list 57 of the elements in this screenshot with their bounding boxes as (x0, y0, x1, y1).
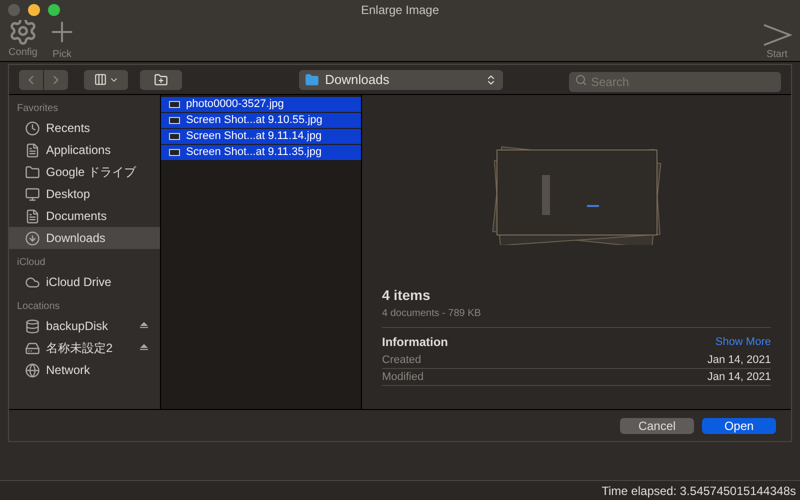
folder-plus-icon (154, 72, 168, 86)
cancel-button[interactable]: Cancel (620, 418, 694, 434)
image-file-icon (169, 101, 180, 108)
view-menu-button[interactable] (84, 70, 128, 90)
minimize-button[interactable] (28, 4, 40, 16)
monitor-icon (25, 186, 40, 202)
window-title: Enlarge Image (360, 2, 440, 19)
sidebar-heading: iCloud (16, 256, 46, 270)
new-folder-button[interactable] (140, 70, 182, 90)
info-label: Created (382, 352, 422, 368)
image-file-icon (169, 133, 180, 140)
file-row[interactable]: Screen Shot...at 9.10.55.jpg (161, 113, 361, 128)
image-file-icon (169, 117, 180, 124)
file-row[interactable]: Screen Shot...at 9.11.14.jpg (161, 129, 361, 144)
zoom-button[interactable] (48, 4, 60, 16)
file-row[interactable]: photo0000-3527.jpg (161, 97, 361, 112)
preview-title: 4 items (382, 286, 432, 305)
sidebar-item[interactable]: Network (9, 359, 160, 381)
info-value: Jan 14, 2021 (707, 352, 771, 368)
sidebar-item[interactable]: backupDisk (9, 315, 160, 337)
forward-button[interactable] (44, 70, 68, 90)
sidebar-item[interactable]: Applications (9, 139, 160, 161)
status-text: Time elapsed: 3.545745015144348s (602, 482, 796, 500)
sidebar-item[interactable]: Documents (9, 205, 160, 227)
show-more-link[interactable]: Show More (715, 334, 771, 350)
globe-icon (25, 362, 40, 378)
eject-icon[interactable] (140, 322, 148, 330)
up-down-chevron-icon (485, 74, 497, 86)
sidebar-item[interactable]: 名称未設定2 (9, 337, 160, 359)
sidebar-item[interactable]: Recents (9, 117, 160, 139)
folder-icon (305, 72, 319, 86)
sidebar-item[interactable]: Desktop (9, 183, 160, 205)
info-value: Jan 14, 2021 (707, 370, 771, 385)
open-button[interactable]: Open (702, 418, 776, 434)
disk-icon (25, 318, 40, 334)
drive-icon (25, 340, 40, 356)
tray-icon (25, 120, 40, 136)
sidebar-item[interactable]: Google ドライブ (9, 161, 160, 183)
file-row[interactable]: Screen Shot...at 9.11.35.jpg (161, 145, 361, 160)
image-file-icon (169, 149, 180, 156)
columns-icon (94, 73, 106, 86)
preview-subtitle: 4 documents - 789 KB (382, 306, 771, 328)
eject-icon[interactable] (140, 344, 148, 352)
sidebar-heading: Favorites (16, 102, 60, 116)
sidebar-item[interactable]: Downloads (9, 227, 160, 249)
back-button[interactable] (19, 70, 43, 90)
cloud-icon (25, 274, 40, 290)
document-icon (25, 208, 40, 224)
location-dropdown[interactable]: Downloads (299, 70, 503, 90)
sidebar-item[interactable]: iCloud Drive (9, 271, 160, 293)
info-heading: Information (382, 334, 448, 351)
folder-icon (25, 164, 40, 180)
search-icon (575, 74, 587, 86)
sidebar-heading: Locations (16, 300, 61, 314)
info-label: Modified (382, 370, 424, 385)
document-icon (25, 142, 40, 158)
download-icon (25, 230, 40, 246)
